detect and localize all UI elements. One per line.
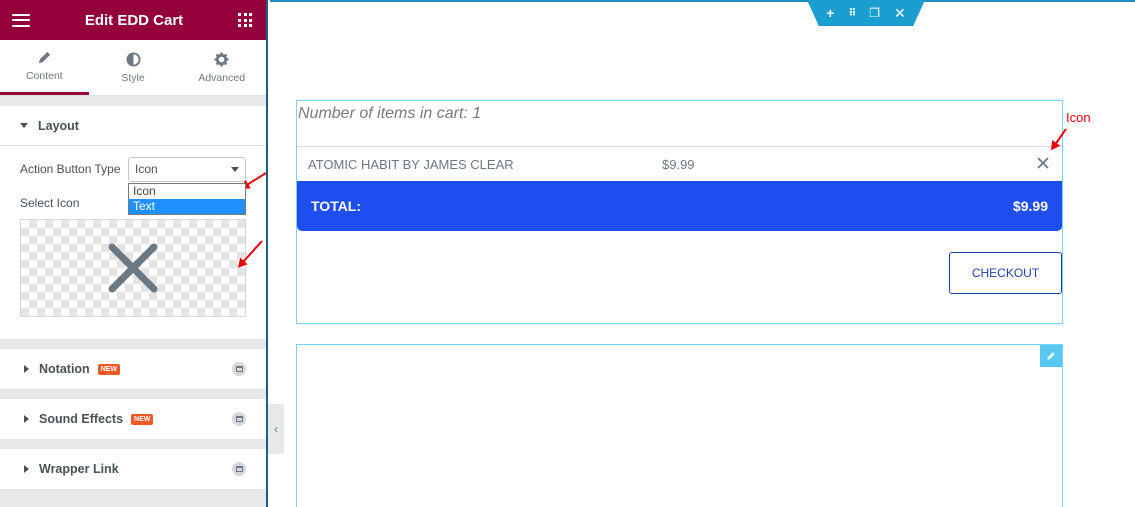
- gear-icon: [214, 51, 229, 67]
- widgets-grid-icon[interactable]: [238, 13, 252, 27]
- section-handle[interactable]: + ⠿ ❐ ✕: [807, 0, 925, 26]
- tab-style-label: Style: [121, 71, 145, 84]
- caret-down-icon: [20, 123, 28, 128]
- cart-item-name[interactable]: ATOMIC HABIT BY JAMES CLEAR: [308, 157, 514, 172]
- wrapper-link-section-header[interactable]: Wrapper Link: [0, 449, 266, 489]
- total-value: $9.99: [1012, 198, 1048, 214]
- tab-advanced[interactable]: Advanced: [177, 40, 266, 95]
- action-button-type-dropdown: Icon Text: [128, 183, 246, 215]
- pro-widget-icon: [232, 412, 246, 426]
- panel-tabs: Content Style Advanced: [0, 40, 266, 96]
- cart-item-row: ATOMIC HABIT BY JAMES CLEAR $9.99: [297, 146, 1062, 181]
- caret-right-icon: [24, 465, 29, 473]
- notation-label: Notation: [39, 362, 90, 376]
- editor-panel: Edit EDD Cart Content Style Advanced Lay…: [0, 0, 268, 507]
- items-count: Number of items in cart: 1: [298, 105, 482, 122]
- dropdown-option-text[interactable]: Text: [129, 199, 245, 214]
- panel-header: Edit EDD Cart: [0, 0, 266, 40]
- cart-item-price: $9.99: [662, 156, 695, 172]
- layout-heading: Layout: [38, 118, 79, 133]
- new-badge: NEW: [131, 413, 154, 425]
- layout-section: Layout Action Button Type Icon Icon Text…: [0, 106, 266, 339]
- total-label: TOTAL:: [311, 198, 362, 214]
- duplicate-icon[interactable]: ❐: [869, 6, 880, 20]
- dropdown-option-icon[interactable]: Icon: [129, 184, 245, 199]
- close-icon: [108, 243, 158, 293]
- select-value: Icon: [135, 162, 158, 176]
- checkout-button[interactable]: CHECKOUT: [949, 252, 1062, 294]
- close-icon[interactable]: ✕: [894, 5, 906, 22]
- tab-style[interactable]: Style: [89, 40, 178, 95]
- caret-right-icon: [24, 365, 29, 373]
- empty-section[interactable]: [296, 344, 1063, 507]
- pro-widget-icon: [232, 362, 246, 376]
- icon-picker[interactable]: [20, 219, 246, 317]
- menu-icon[interactable]: [12, 13, 30, 27]
- cart-total-bar: TOTAL: $9.99: [297, 181, 1062, 231]
- caret-right-icon: [24, 415, 29, 423]
- pencil-icon: [38, 51, 50, 64]
- chevron-down-icon: [231, 166, 239, 172]
- drag-handle-icon[interactable]: ⠿: [848, 8, 856, 19]
- action-button-type-label: Action Button Type: [20, 162, 121, 176]
- new-badge: NEW: [97, 363, 121, 375]
- contrast-icon: [125, 51, 141, 67]
- annotation-label: Icon: [1066, 110, 1091, 125]
- sound-effects-section-header[interactable]: Sound Effects NEW: [0, 399, 266, 439]
- add-icon[interactable]: +: [826, 5, 834, 21]
- pencil-icon: [1047, 352, 1055, 360]
- remove-item-icon[interactable]: [1036, 156, 1050, 170]
- tab-content[interactable]: Content: [0, 40, 89, 95]
- layout-section-header[interactable]: Layout: [0, 106, 266, 146]
- panel-title: Edit EDD Cart: [84, 11, 184, 29]
- edd-cart-widget[interactable]: Number of items in cart: 1 ATOMIC HABIT …: [296, 100, 1063, 324]
- sound-effects-label: Sound Effects: [39, 412, 124, 426]
- pro-widget-icon: [232, 462, 246, 476]
- page-preview: + ⠿ ❐ ✕ Number of items in cart: 1 ATOMI…: [270, 0, 1135, 507]
- edit-widget-button[interactable]: [1040, 345, 1062, 367]
- wrapper-link-label: Wrapper Link: [39, 462, 119, 476]
- tab-advanced-label: Advanced: [198, 71, 246, 84]
- notation-section-header[interactable]: Notation NEW: [0, 349, 266, 389]
- tab-content-label: Content: [25, 70, 63, 82]
- action-button-type-select[interactable]: Icon: [128, 156, 246, 182]
